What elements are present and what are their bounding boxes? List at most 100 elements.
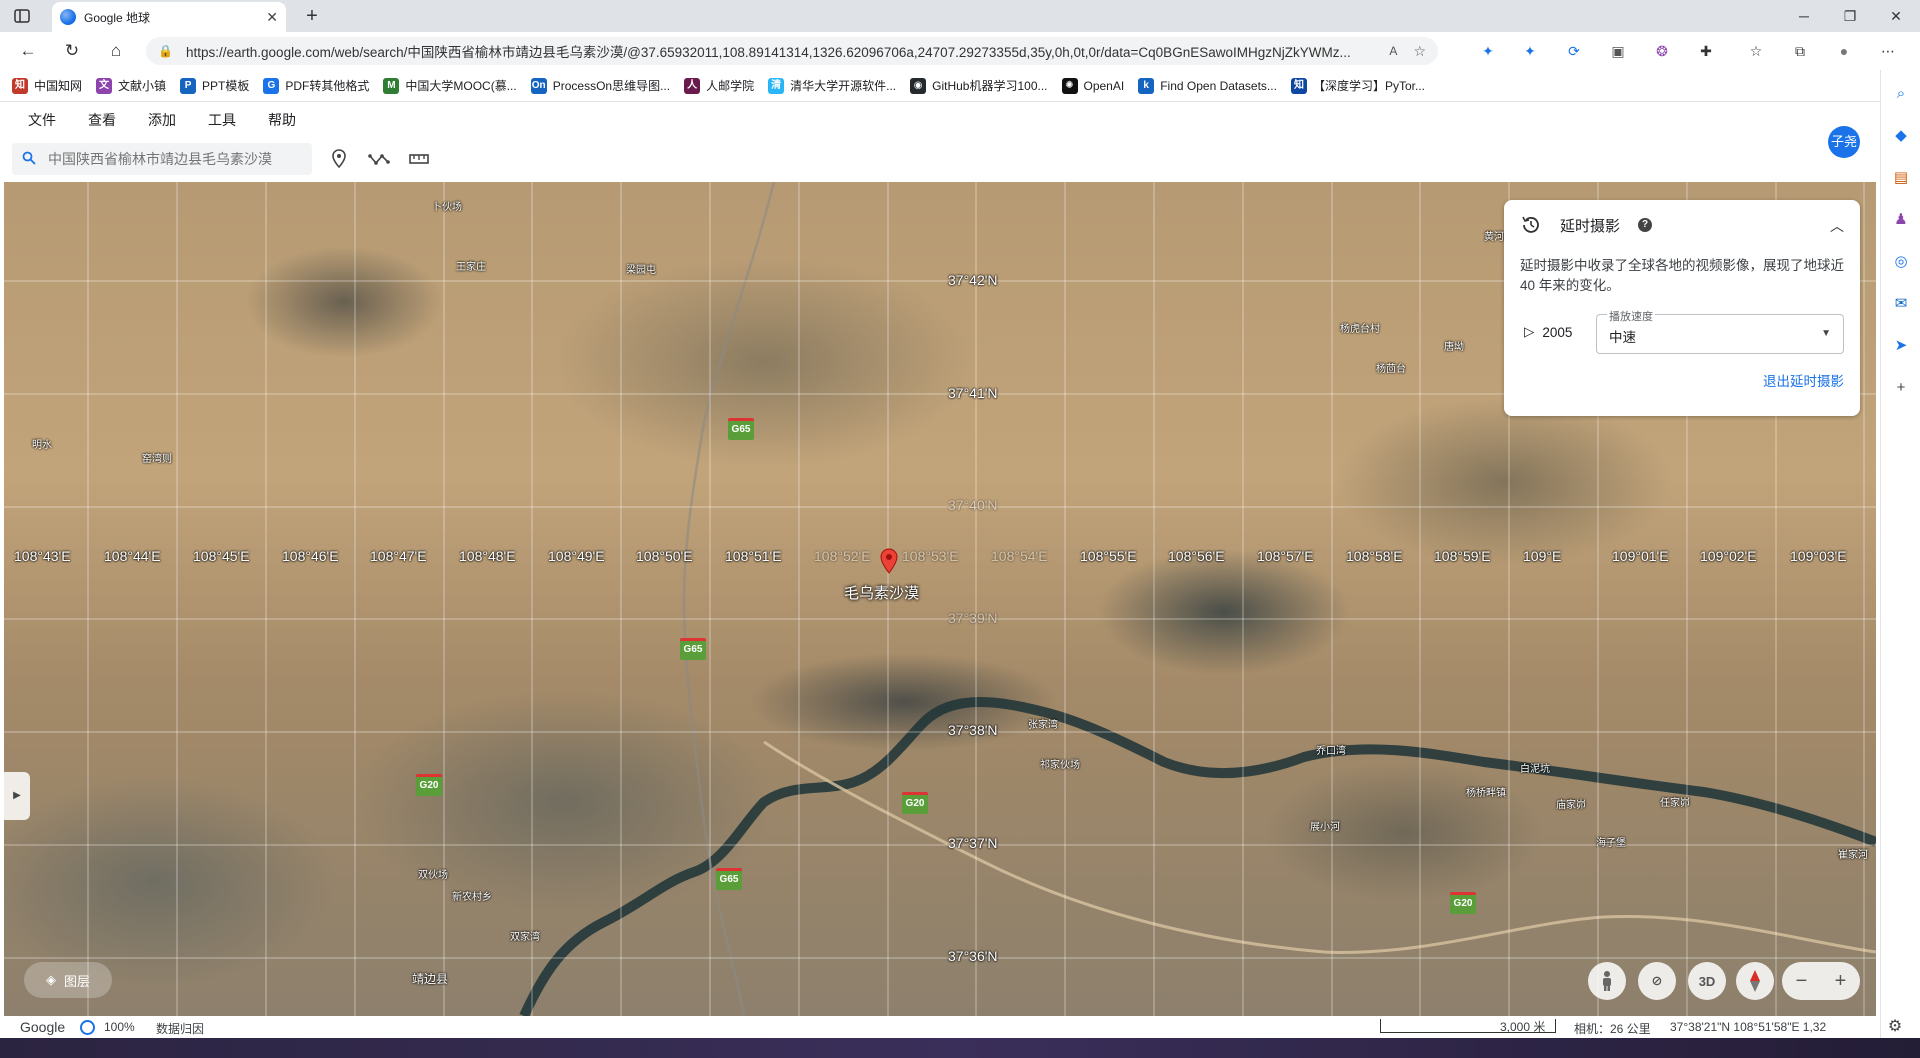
- place-label[interactable]: 靖边县: [412, 970, 448, 987]
- search-box[interactable]: [12, 143, 312, 175]
- add-icon[interactable]: +: [1891, 378, 1911, 398]
- profile-icon[interactable]: ●: [1834, 41, 1854, 61]
- url-text[interactable]: https://earth.google.com/web/search/中国陕西…: [186, 41, 1379, 61]
- bookmark-item[interactable]: P PPT模板: [180, 77, 249, 94]
- place-label[interactable]: 杨虎台村: [1340, 320, 1380, 335]
- search-icon[interactable]: ⌕: [1891, 84, 1911, 104]
- zoom-in-icon[interactable]: +: [1835, 970, 1847, 993]
- read-aloud-icon[interactable]: A: [1389, 44, 1397, 58]
- place-label[interactable]: 崔家河: [1838, 846, 1868, 861]
- extension-icon[interactable]: ✦: [1520, 41, 1540, 61]
- toolbox-icon[interactable]: ▤: [1891, 168, 1911, 188]
- outlook-icon[interactable]: ✉: [1891, 294, 1911, 314]
- place-label[interactable]: 乔口湾: [1316, 742, 1346, 757]
- bookmark-item[interactable]: G PDF转其他格式: [263, 77, 369, 94]
- expand-panel-chevron-icon[interactable]: ▶: [4, 772, 30, 820]
- back-icon[interactable]: ←: [16, 39, 40, 63]
- place-label[interactable]: 庙家峁: [1556, 796, 1586, 811]
- placemark-icon[interactable]: [326, 146, 352, 172]
- favorite-star-icon[interactable]: ☆: [1413, 43, 1426, 60]
- tab-close-icon[interactable]: ✕: [266, 9, 278, 26]
- bookmark-item[interactable]: 人人邮学院: [684, 77, 754, 94]
- browser-tab[interactable]: Google 地球 ✕: [52, 2, 286, 32]
- pegman-icon[interactable]: [1588, 962, 1626, 1000]
- office-icon[interactable]: ◎: [1891, 252, 1911, 272]
- bookmark-item[interactable]: 知【深度学习】PyTor...: [1290, 77, 1425, 94]
- place-label[interactable]: 卜伙场: [432, 198, 462, 213]
- place-label[interactable]: 唐坳: [1444, 338, 1464, 353]
- place-label[interactable]: 展小河: [1310, 818, 1340, 833]
- place-label[interactable]: 杨桥畔镇: [1466, 784, 1506, 799]
- bookmark-item[interactable]: k Find Open Datasets...: [1138, 77, 1277, 94]
- search-input[interactable]: [48, 151, 298, 167]
- menu-add[interactable]: 添加: [148, 110, 208, 130]
- extension-icon[interactable]: ✦: [1478, 41, 1498, 61]
- layers-button[interactable]: ◈ 图层: [24, 962, 112, 998]
- zoom-controls: − +: [1782, 962, 1860, 1000]
- extension-icon[interactable]: ⟳: [1564, 41, 1584, 61]
- lock-icon[interactable]: 🔒: [158, 44, 173, 58]
- path-polygon-icon[interactable]: [366, 146, 392, 172]
- more-menu-icon[interactable]: ⋯: [1878, 41, 1898, 61]
- minimize-icon[interactable]: ─: [1792, 4, 1816, 28]
- play-control[interactable]: ▷ 2005: [1524, 324, 1572, 340]
- compass-icon[interactable]: [1736, 962, 1774, 1000]
- restore-icon[interactable]: ❐: [1838, 4, 1862, 28]
- extension-icon[interactable]: ▣: [1608, 41, 1628, 61]
- bookmark-label: ProcessOn思维导图...: [552, 79, 671, 93]
- home-icon[interactable]: ⌂: [104, 39, 128, 63]
- place-label[interactable]: 明水: [32, 436, 52, 451]
- bookmark-icon: On: [530, 77, 547, 94]
- sidebar-toggle-icon[interactable]: [10, 6, 34, 26]
- favorites-icon[interactable]: ☆: [1746, 41, 1766, 61]
- place-label[interactable]: 双家湾: [510, 928, 540, 943]
- playback-speed-select[interactable]: 播放速度 中速 ▼: [1596, 308, 1844, 354]
- place-label[interactable]: 双伙场: [418, 866, 448, 881]
- pin-label[interactable]: 毛乌素沙漠: [844, 582, 919, 603]
- exit-timelapse-link[interactable]: 退出延时摄影: [1763, 370, 1844, 390]
- place-label[interactable]: 海子堡: [1596, 834, 1626, 849]
- collections-icon[interactable]: ⧉: [1790, 41, 1810, 61]
- games-icon[interactable]: ♟: [1891, 210, 1911, 230]
- bookmark-item[interactable]: On ProcessOn思维导图...: [530, 77, 671, 94]
- place-label[interactable]: 任家峁: [1660, 794, 1690, 809]
- place-label[interactable]: 杨茴台: [1376, 360, 1406, 375]
- tag-icon[interactable]: ◆: [1891, 126, 1911, 146]
- bookmark-item[interactable]: ✺ OpenAI: [1061, 77, 1124, 94]
- bookmark-item[interactable]: ◉ GitHub机器学习100...: [910, 77, 1048, 94]
- avatar[interactable]: 子尧: [1828, 126, 1860, 158]
- place-label[interactable]: 张家湾: [1028, 716, 1058, 731]
- menu-help[interactable]: 帮助: [268, 110, 328, 130]
- location-pin-icon[interactable]: [880, 548, 898, 574]
- zoom-out-icon[interactable]: −: [1796, 970, 1808, 993]
- tilt-reset-icon[interactable]: ⊘: [1638, 962, 1676, 1000]
- menu-tools[interactable]: 工具: [208, 110, 268, 130]
- send-icon[interactable]: ➤: [1891, 336, 1911, 356]
- place-label[interactable]: 窑湾则: [142, 450, 172, 465]
- place-label[interactable]: 梁园屯: [626, 261, 656, 276]
- play-icon[interactable]: ▷: [1524, 324, 1534, 340]
- place-label[interactable]: 祁家伙场: [1040, 756, 1080, 771]
- place-label[interactable]: 白泥坑: [1520, 760, 1550, 775]
- place-label[interactable]: 新农村乡: [452, 888, 492, 903]
- bookmark-item[interactable]: M 中国大学MOOC(慕...: [383, 77, 517, 94]
- address-bar[interactable]: 🔒 https://earth.google.com/web/search/中国…: [146, 37, 1438, 65]
- bookmark-item[interactable]: 文文献小镇: [96, 77, 166, 94]
- toggle-3d-button[interactable]: 3D: [1688, 962, 1726, 1000]
- menu-file[interactable]: 文件: [28, 110, 88, 130]
- help-icon[interactable]: ?: [1638, 218, 1653, 232]
- extension-icon[interactable]: ❂: [1652, 41, 1672, 61]
- collapse-chevron-up-icon[interactable]: ︿: [1830, 216, 1844, 236]
- extensions-puzzle-icon[interactable]: ✚: [1696, 41, 1716, 61]
- place-label[interactable]: 王家庄: [456, 258, 486, 273]
- bookmark-item[interactable]: 知中国知网: [12, 77, 82, 94]
- menu-view[interactable]: 查看: [88, 110, 148, 130]
- new-tab-button[interactable]: +: [300, 4, 324, 28]
- window-close-icon[interactable]: ✕: [1884, 4, 1908, 28]
- bookmark-item[interactable]: 清清华大学开源软件...: [768, 77, 896, 94]
- data-attribution-link[interactable]: 数据归因: [156, 1020, 204, 1037]
- timelapse-panel: 延时摄影 ? ︿ 延时摄影中收录了全球各地的视频影像，展现了地球近 40 年来的…: [1504, 200, 1860, 416]
- ruler-icon[interactable]: [406, 146, 432, 172]
- settings-gear-icon[interactable]: ⚙: [1884, 1016, 1906, 1038]
- reload-icon[interactable]: ↻: [60, 39, 84, 63]
